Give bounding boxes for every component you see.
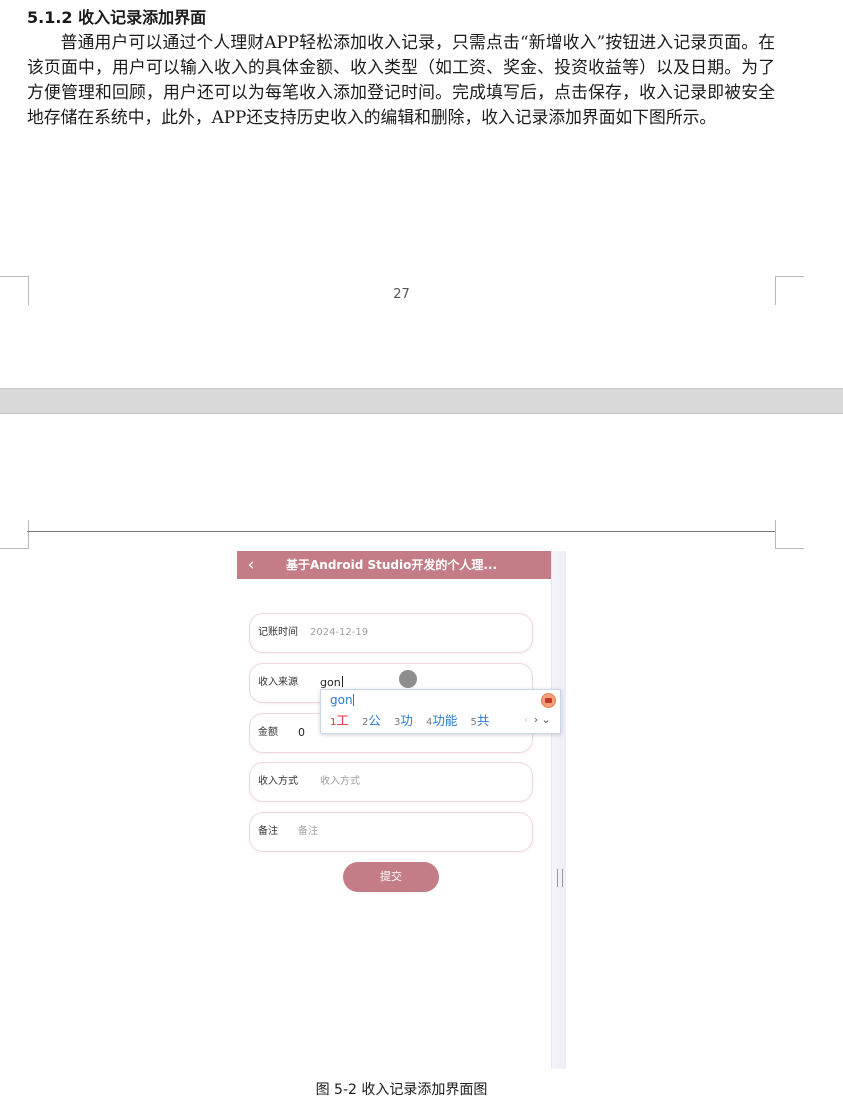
figure-caption: 图 5-2 收入记录添加界面图 — [315, 1082, 488, 1098]
ime-composition-text: gon — [330, 693, 353, 707]
candidate-text: 共 — [476, 713, 490, 728]
field-label: 备注 — [258, 826, 278, 837]
amount-input[interactable]: 0 — [298, 714, 305, 752]
section-heading: 5.1.2 收入记录添加界面 — [27, 8, 207, 27]
ime-candidate[interactable]: 5共 — [470, 710, 489, 733]
ime-candidate[interactable]: 3功 — [394, 710, 413, 733]
candidate-text: 功能 — [432, 713, 458, 728]
header-rule — [27, 531, 775, 532]
income-method-field[interactable]: 收入方式 收入方式 — [249, 762, 533, 802]
note-input[interactable]: 备注 — [298, 813, 318, 851]
ime-candidate-popup: gon 1工 2公 3功 4功能 5共 ‹ › ⌄ — [320, 689, 561, 734]
record-time-value: 2024-12-19 — [310, 627, 369, 638]
submit-button[interactable]: 提交 — [343, 862, 439, 892]
ime-caret — [352, 694, 354, 706]
page-corner-mark — [0, 520, 29, 549]
income-source-text: gon — [320, 676, 341, 689]
candidate-text: 工 — [336, 713, 349, 728]
resize-handle[interactable] — [557, 869, 563, 887]
ime-logo-icon[interactable] — [541, 693, 556, 708]
page-next-icon[interactable]: › — [531, 710, 541, 730]
ime-candidate[interactable]: 1工 — [330, 710, 349, 733]
app-screenshot: ‹ 基于Android Studio开发的个人理... 记账时间 2024-12… — [237, 551, 566, 1069]
candidate-text: 公 — [368, 713, 381, 728]
page-prev-icon[interactable]: ‹ — [521, 710, 531, 730]
page-number: 27 — [393, 287, 410, 302]
ime-composition: gon — [330, 692, 354, 708]
field-label: 收入方式 — [258, 776, 298, 787]
ime-candidate[interactable]: 4功能 — [426, 710, 457, 733]
touch-indicator — [399, 670, 417, 688]
note-field[interactable]: 备注 备注 — [249, 812, 533, 852]
ime-nav: ‹ › ⌄ — [521, 710, 551, 730]
field-label: 收入来源 — [258, 677, 298, 688]
ime-candidate-list: 1工 2公 3功 4功能 5共 — [330, 710, 497, 730]
app-title: 基于Android Studio开发的个人理... — [286, 558, 498, 572]
expand-icon[interactable]: ⌄ — [541, 710, 551, 730]
page-separator — [0, 388, 843, 414]
candidate-text: 功 — [400, 713, 413, 728]
page-corner-mark — [775, 520, 804, 549]
text-caret — [341, 676, 343, 687]
field-label: 金额 — [258, 727, 278, 738]
record-time-field[interactable]: 记账时间 2024-12-19 — [249, 613, 533, 653]
section-paragraph: 普通用户可以通过个人理财APP轻松添加收入记录，只需点击“新增收入”按钮进入记录… — [27, 32, 775, 127]
chevron-left-icon[interactable]: ‹ — [241, 553, 261, 577]
app-bar: ‹ 基于Android Studio开发的个人理... — [237, 551, 551, 579]
ime-candidate[interactable]: 2公 — [362, 710, 381, 733]
field-label: 记账时间 — [258, 627, 298, 638]
screen-edge — [551, 551, 566, 1069]
income-method-input[interactable]: 收入方式 — [320, 763, 360, 801]
